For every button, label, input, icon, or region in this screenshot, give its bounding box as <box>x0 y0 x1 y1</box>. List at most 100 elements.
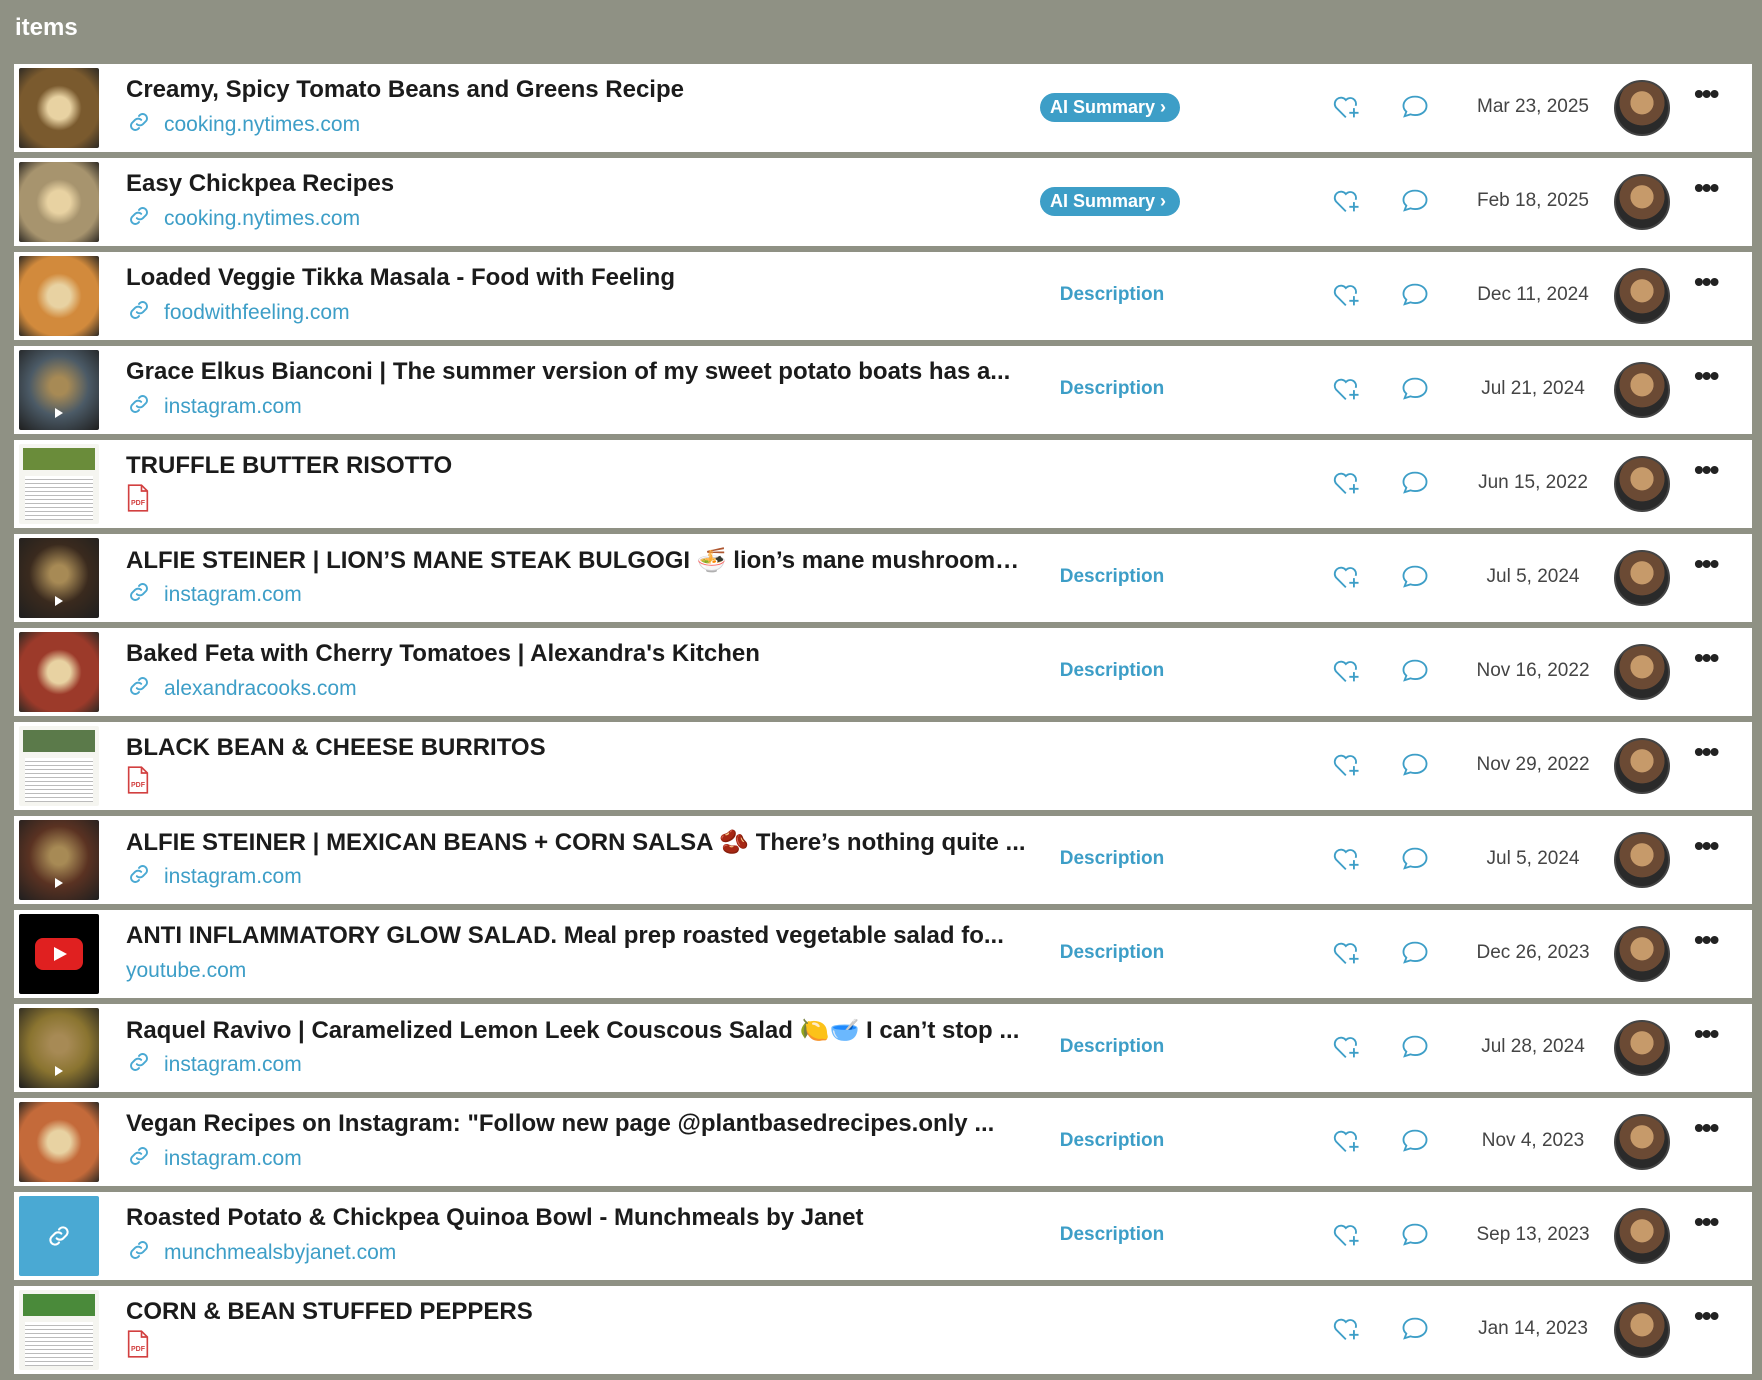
item-title[interactable]: Roasted Potato & Chickpea Quinoa Bowl - … <box>126 1204 1026 1232</box>
list-item[interactable]: Easy Chickpea Recipes cooking.nytimes.co… <box>14 158 1752 246</box>
item-source-domain[interactable]: cooking.nytimes.com <box>164 113 360 137</box>
item-title[interactable]: CORN & BEAN STUFFED PEPPERS <box>126 1298 1026 1326</box>
description-button[interactable]: Description <box>1038 660 1186 682</box>
description-button[interactable]: Description <box>1038 1130 1186 1152</box>
comment-icon[interactable] <box>1400 1127 1430 1160</box>
item-thumbnail[interactable] <box>19 256 99 336</box>
more-options-icon[interactable]: ••• <box>1694 1018 1719 1050</box>
add-favorite-icon[interactable] <box>1332 93 1362 126</box>
comment-icon[interactable] <box>1400 1033 1430 1066</box>
more-options-icon[interactable]: ••• <box>1694 266 1719 298</box>
item-source[interactable]: foodwithfeeling.com <box>126 300 350 326</box>
item-source[interactable]: instagram.com <box>126 582 302 608</box>
item-source[interactable]: instagram.com <box>126 394 302 420</box>
comment-icon[interactable] <box>1400 657 1430 690</box>
add-favorite-icon[interactable] <box>1332 1127 1362 1160</box>
comment-icon[interactable] <box>1400 375 1430 408</box>
more-options-icon[interactable]: ••• <box>1694 736 1719 768</box>
item-title[interactable]: ANTI INFLAMMATORY GLOW SALAD. Meal prep … <box>126 922 1026 950</box>
list-item[interactable]: ANTI INFLAMMATORY GLOW SALAD. Meal prep … <box>14 910 1752 998</box>
list-item[interactable]: Vegan Recipes on Instagram: "Follow new … <box>14 1098 1752 1186</box>
item-source-domain[interactable]: youtube.com <box>126 959 246 983</box>
comment-icon[interactable] <box>1400 469 1430 502</box>
comment-icon[interactable] <box>1400 845 1430 878</box>
more-options-icon[interactable]: ••• <box>1694 172 1719 204</box>
pdf-icon[interactable]: PDF <box>126 484 150 518</box>
more-options-icon[interactable]: ••• <box>1694 642 1719 674</box>
avatar[interactable] <box>1614 174 1670 230</box>
item-source-domain[interactable]: cooking.nytimes.com <box>164 207 360 231</box>
item-thumbnail[interactable] <box>19 726 99 806</box>
pdf-icon[interactable]: PDF <box>126 1330 150 1364</box>
add-favorite-icon[interactable] <box>1332 281 1362 314</box>
description-button[interactable]: Description <box>1038 1224 1186 1246</box>
item-source[interactable]: instagram.com <box>126 1052 302 1078</box>
item-thumbnail[interactable] <box>19 632 99 712</box>
more-options-icon[interactable]: ••• <box>1694 548 1719 580</box>
description-button[interactable]: Description <box>1038 378 1186 400</box>
item-source-domain[interactable]: instagram.com <box>164 583 302 607</box>
item-title[interactable]: Baked Feta with Cherry Tomatoes | Alexan… <box>126 640 1026 668</box>
description-button[interactable]: Description <box>1038 566 1186 588</box>
pdf-icon[interactable]: PDF <box>126 766 150 800</box>
item-title[interactable]: TRUFFLE BUTTER RISOTTO <box>126 452 1026 480</box>
comment-icon[interactable] <box>1400 281 1430 314</box>
item-source[interactable]: youtube.com <box>126 958 246 984</box>
item-source-domain[interactable]: alexandracooks.com <box>164 677 357 701</box>
item-thumbnail[interactable] <box>19 1102 99 1182</box>
item-thumbnail[interactable] <box>19 444 99 524</box>
item-source[interactable]: instagram.com <box>126 864 302 890</box>
comment-icon[interactable] <box>1400 939 1430 972</box>
item-title[interactable]: ALFIE STEINER | MEXICAN BEANS + CORN SAL… <box>126 828 1026 857</box>
item-thumbnail[interactable] <box>19 350 99 430</box>
item-source-domain[interactable]: instagram.com <box>164 1147 302 1171</box>
add-favorite-icon[interactable] <box>1332 187 1362 220</box>
item-title[interactable]: Grace Elkus Bianconi | The summer versio… <box>126 358 1026 386</box>
item-source-domain[interactable]: instagram.com <box>164 865 302 889</box>
item-title[interactable]: ALFIE STEINER | LION’S MANE STEAK BULGOG… <box>126 546 1026 575</box>
item-thumbnail[interactable] <box>19 1290 99 1370</box>
list-item[interactable]: Baked Feta with Cherry Tomatoes | Alexan… <box>14 628 1752 716</box>
avatar[interactable] <box>1614 1020 1670 1076</box>
item-source-domain[interactable]: foodwithfeeling.com <box>164 301 350 325</box>
add-favorite-icon[interactable] <box>1332 751 1362 784</box>
item-source[interactable]: PDF <box>126 484 150 514</box>
avatar[interactable] <box>1614 738 1670 794</box>
item-source[interactable]: instagram.com <box>126 1146 302 1172</box>
list-item[interactable]: ALFIE STEINER | LION’S MANE STEAK BULGOG… <box>14 534 1752 622</box>
more-options-icon[interactable]: ••• <box>1694 924 1719 956</box>
avatar[interactable] <box>1614 362 1670 418</box>
comment-icon[interactable] <box>1400 563 1430 596</box>
item-thumbnail[interactable] <box>19 820 99 900</box>
add-favorite-icon[interactable] <box>1332 563 1362 596</box>
list-item[interactable]: Roasted Potato & Chickpea Quinoa Bowl - … <box>14 1192 1752 1280</box>
more-options-icon[interactable]: ••• <box>1694 830 1719 862</box>
avatar[interactable] <box>1614 80 1670 136</box>
list-item[interactable]: Loaded Veggie Tikka Masala - Food with F… <box>14 252 1752 340</box>
add-favorite-icon[interactable] <box>1332 657 1362 690</box>
list-item[interactable]: TRUFFLE BUTTER RISOTTO PDF Jun 15, 2022 … <box>14 440 1752 528</box>
avatar[interactable] <box>1614 1114 1670 1170</box>
item-title[interactable]: BLACK BEAN & CHEESE BURRITOS <box>126 734 1026 762</box>
more-options-icon[interactable]: ••• <box>1694 1206 1719 1238</box>
avatar[interactable] <box>1614 1208 1670 1264</box>
list-item[interactable]: ALFIE STEINER | MEXICAN BEANS + CORN SAL… <box>14 816 1752 904</box>
avatar[interactable] <box>1614 268 1670 324</box>
avatar[interactable] <box>1614 1302 1670 1358</box>
avatar[interactable] <box>1614 550 1670 606</box>
list-item[interactable]: Raquel Ravivo | Caramelized Lemon Leek C… <box>14 1004 1752 1092</box>
comment-icon[interactable] <box>1400 1315 1430 1348</box>
item-thumbnail[interactable] <box>19 1008 99 1088</box>
item-title[interactable]: Loaded Veggie Tikka Masala - Food with F… <box>126 264 1026 292</box>
ai-summary-button[interactable]: AI Summary › <box>1040 93 1181 122</box>
item-source[interactable]: PDF <box>126 1330 150 1360</box>
item-source[interactable]: cooking.nytimes.com <box>126 206 360 232</box>
avatar[interactable] <box>1614 456 1670 512</box>
add-favorite-icon[interactable] <box>1332 1033 1362 1066</box>
item-thumbnail[interactable] <box>19 538 99 618</box>
item-title[interactable]: Vegan Recipes on Instagram: "Follow new … <box>126 1110 1026 1138</box>
item-source[interactable]: munchmealsbyjanet.com <box>126 1240 396 1266</box>
more-options-icon[interactable]: ••• <box>1694 360 1719 392</box>
item-title[interactable]: Easy Chickpea Recipes <box>126 170 1026 198</box>
more-options-icon[interactable]: ••• <box>1694 1112 1719 1144</box>
